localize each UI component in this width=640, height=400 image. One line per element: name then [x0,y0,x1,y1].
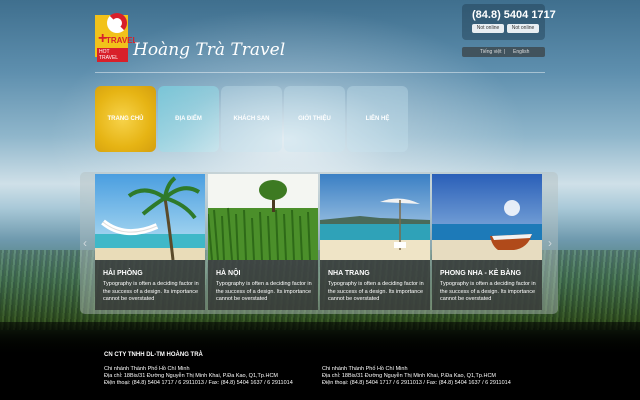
lang-vietnamese-link[interactable]: Tiếng việt [480,47,502,57]
tab-trang-chu[interactable]: TRANG CHỦ [95,86,156,152]
branch-name: Chi nhánh Thành Phố Hồ Chí Minh [322,366,408,372]
footer-branch-2: Chi nhánh Thành Phố Hồ Chí Minh Địa chỉ:… [322,366,511,387]
slider-prev-arrow[interactable]: ‹ [83,236,87,250]
yahoo-status-button-1[interactable]: Not online [472,24,504,33]
phone-number: (84.8) 5404 1717 [472,9,556,21]
destination-card-nha-trang[interactable]: NHA TRANG Typography is often a deciding… [320,174,430,310]
destination-card-phong-nha-ke-bang[interactable]: PHONG NHA - KẺ BÀNG Typography is often … [432,174,542,310]
branch-address: Địa chỉ: 18Bis/31 Đường Nguyễn Thị Minh … [322,373,496,379]
card-title: NHA TRANG [328,270,370,277]
footer-background [0,322,640,400]
logo[interactable]: + TRAVEL HOT TRAVEL [95,13,137,62]
card-title: PHONG NHA - KẺ BÀNG [440,270,522,277]
tab-gioi-thieu[interactable]: GIỚI THIỆU [284,86,345,152]
card-title: HẢI PHÒNG [103,270,143,277]
card-title: HÀ NỘI [216,270,241,277]
tab-khach-san[interactable]: KHÁCH SẠN [221,86,282,152]
boat-on-beach-image [432,174,542,260]
card-description: Typography is often a deciding factor in… [103,281,199,302]
branch-name: Chi nhánh Thành Phố Hồ Chí Minh [104,366,190,372]
slider-next-arrow[interactable]: › [548,236,552,250]
logo-subtext: HOT TRAVEL [97,48,128,62]
card-description: Typography is often a deciding factor in… [216,281,312,302]
brand-name[interactable]: Hoàng Trà Travel [133,40,285,60]
beach-umbrella-image [320,174,430,260]
card-description: Typography is often a deciding factor in… [440,281,536,302]
hammock-palm-beach-image [95,174,205,260]
lang-english-link[interactable]: English [513,47,529,57]
card-description: Typography is often a deciding factor in… [328,281,424,302]
tab-lien-he[interactable]: LIÊN HỆ [347,86,408,152]
destination-card-ha-noi[interactable]: HÀ NỘI Typography is often a deciding fa… [208,174,318,310]
destination-card-hai-phong[interactable]: HẢI PHÒNG Typography is often a deciding… [95,174,205,310]
header-divider [95,72,545,73]
footer-branch-1: Chi nhánh Thành Phố Hồ Chí Minh Địa chỉ:… [104,366,293,387]
logo-swoosh-icon [107,13,127,33]
language-switcher: Tiếng việt | English [462,47,545,57]
footer-company-name: CN CTY TNHH DL-TM HOÀNG TRÀ [104,352,203,358]
branch-contact: Điện thoại: (84.8) 5404 1717 / 6 2911013… [104,380,293,386]
yahoo-status-button-2[interactable]: Not online [507,24,539,33]
branch-address: Địa chỉ: 18Bis/31 Đường Nguyễn Thị Minh … [104,373,278,379]
branch-contact: Điện thoại: (84.8) 5404 1717 / 6 2911013… [322,380,511,386]
lang-separator: | [504,49,506,55]
green-field-tree-image [208,174,318,260]
tab-dia-diem[interactable]: ĐỊA ĐIỂM [158,86,219,152]
